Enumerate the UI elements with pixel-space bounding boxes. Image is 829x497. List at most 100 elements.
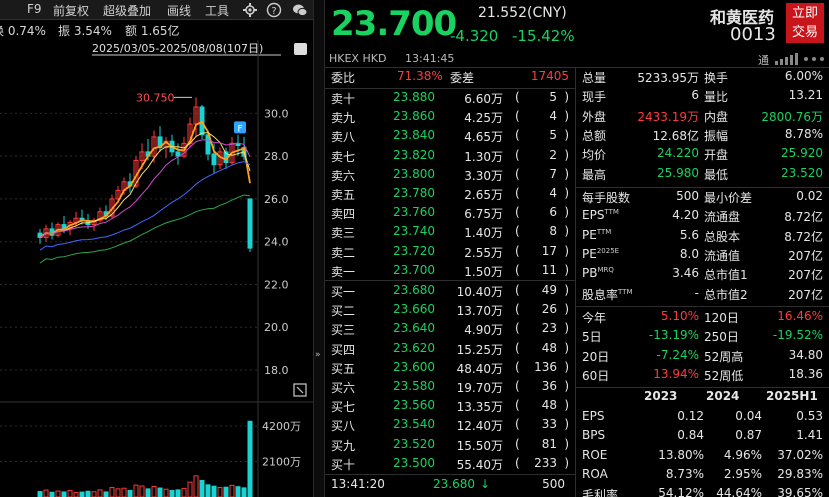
paren-open: ( [515, 243, 520, 258]
restore-rights-button[interactable]: 前复权 [53, 2, 89, 19]
gear-icon[interactable] [242, 2, 258, 18]
wechat-icon[interactable] [292, 2, 308, 18]
help-icon[interactable]: ? [266, 2, 282, 18]
stat-value: 5.10% [660, 309, 699, 323]
tools-button[interactable]: 工具 [205, 2, 229, 19]
level-label: 买八 [331, 419, 356, 434]
stat-label-text: 总额 [582, 128, 607, 143]
ask-row[interactable]: 卖九 23.860 4.25万 (4) [325, 109, 575, 128]
bid-row[interactable]: 买五 23.600 48.40万 (136) [325, 360, 575, 379]
stat-value-2: 13.21 [788, 88, 823, 103]
fin-row: ROA 8.73% 2.95% 29.83% [576, 467, 829, 486]
stat-label-text: 现手 [582, 90, 607, 105]
stat-label-sup: TTM [618, 287, 633, 296]
bid-row[interactable]: 买九 23.520 15.50万 (81) [325, 437, 575, 456]
paren-open: ( [515, 283, 520, 297]
date-range-label: 2025/03/05-2025/08/08(107日) [92, 42, 263, 55]
bid-row[interactable]: 买一 23.680 10.40万 (49) [325, 283, 575, 302]
ask-row[interactable]: 卖六 23.800 3.30万 (7) [325, 167, 575, 186]
trade-now-button[interactable]: 立即 交易 [786, 3, 824, 43]
paren-open: ( [515, 147, 520, 162]
paren-close: ) [564, 166, 569, 181]
level-volume: 1.30万 [464, 149, 503, 164]
level-label: 卖一 [331, 264, 356, 279]
level-label: 卖八 [331, 130, 356, 145]
stat-label-2: 换手 [704, 71, 729, 85]
kline-chart[interactable]: 2025/03/05-2025/08/08(107日) 30.0 28.0 26.0 2… [0, 40, 313, 497]
overlay-button[interactable]: 超级叠加 [103, 2, 151, 19]
pane-divider[interactable] [313, 0, 325, 497]
paren-close: ) [564, 321, 569, 336]
collapse-arrow-icon[interactable]: » [315, 350, 321, 360]
level-price: 23.680 [393, 283, 435, 297]
bid-row[interactable]: 买四 23.620 15.25万 (48) [325, 341, 575, 360]
bid-row[interactable]: 买八 23.540 12.40万 (33) [325, 417, 575, 436]
volume-tick-label: 4200万 [262, 420, 301, 433]
bid-row[interactable]: 买二 23.660 13.70万 (26) [325, 302, 575, 321]
ask-row[interactable]: 卖七 23.820 1.30万 (2) [325, 148, 575, 167]
fin-value: 0.04 [735, 409, 762, 423]
bid-row[interactable]: 买六 23.580 19.70万 (36) [325, 379, 575, 398]
level-price: 23.880 [393, 90, 435, 104]
ask-row[interactable]: 卖三 23.740 1.40万 (8) [325, 224, 575, 243]
paren-open: ( [515, 321, 520, 336]
level-count: 17 [541, 243, 557, 258]
volume-bar [73, 492, 79, 497]
stat-value-2: 207亿 [788, 268, 823, 283]
stat-value-2: 23.520 [781, 165, 823, 180]
stat-row: 今年 5.10% 120日 16.46% [576, 309, 829, 328]
ask-row[interactable]: 卖五 23.780 2.65万 (4) [325, 186, 575, 205]
level-count: 26 [541, 302, 557, 317]
fin-value: 4.96% [723, 447, 762, 462]
stat-label: 今年 [582, 309, 606, 326]
level-label: 买六 [331, 381, 356, 395]
level-price: 23.860 [393, 109, 435, 124]
stock-code: 0013 [730, 24, 776, 45]
paren-close: ) [564, 90, 569, 104]
volume-bar [247, 420, 253, 497]
stat-row: 总量 5233.95万 换手 6.00% [576, 69, 829, 88]
volume-bar [133, 484, 139, 497]
paren-close: ) [564, 205, 569, 220]
volume-bar [175, 489, 181, 497]
change-percent: -15.42% [512, 27, 575, 45]
price-tick-label: 28.0 [264, 150, 289, 163]
fin-value: 13.80% [658, 447, 704, 462]
ask-row[interactable]: 卖四 23.760 6.75万 (6) [325, 205, 575, 224]
stat-label-text: 最高 [582, 167, 607, 182]
draw-line-button[interactable]: 画线 [167, 2, 191, 19]
volume-bar [205, 484, 211, 497]
paren-close: ) [564, 186, 569, 200]
quote-time: 13:41:45 [405, 52, 455, 65]
ask-row[interactable]: 卖八 23.840 4.65万 (5) [325, 128, 575, 147]
ask-row[interactable]: 卖一 23.700 1.50万 (11) [325, 263, 575, 282]
ask-row[interactable]: 卖十 23.880 6.60万 (5) [325, 90, 575, 109]
ask-row[interactable]: 卖二 23.720 2.55万 (17) [325, 244, 575, 263]
stat-label: 5日 [582, 328, 602, 345]
financial-report-marker-label: F [238, 124, 243, 134]
bid-row[interactable]: 买十 23.500 55.40万 (233) [325, 456, 575, 475]
volume-bar [217, 487, 223, 497]
fin-header-row: 2023 2024 2025H1 [576, 389, 829, 408]
f9-button[interactable]: F9 [27, 2, 42, 16]
tick-separator [325, 474, 575, 475]
ma5-line [39, 132, 251, 238]
volume-bar [199, 479, 205, 497]
bid-row[interactable]: 买三 23.640 4.90万 (23) [325, 321, 575, 340]
bid-row[interactable]: 买七 23.560 13.35万 (48) [325, 398, 575, 417]
paren-close: ) [564, 398, 569, 413]
fin-value: 2.95% [723, 466, 762, 481]
level-label: 买二 [331, 304, 356, 319]
stat-label: 现手 [582, 88, 606, 105]
level-price: 23.620 [393, 340, 435, 355]
paren-open: ( [515, 398, 520, 413]
level-price: 23.600 [393, 359, 435, 374]
volume-bar [139, 485, 145, 497]
stat-value: 25.980 [657, 165, 699, 180]
kline-chart-pane[interactable]: F9 前复权 超级叠加 画线 工具 ? 换 0.74% 振 3.54% 额 1.… [0, 0, 313, 497]
fin-value: 0.53 [796, 409, 823, 423]
level-count: 6 [549, 205, 557, 220]
stat-value-2: 207亿 [788, 248, 823, 263]
fin-row: 毛利率 54.12% 44.64% 39.65% [576, 486, 829, 497]
level-count: 2 [549, 147, 557, 162]
